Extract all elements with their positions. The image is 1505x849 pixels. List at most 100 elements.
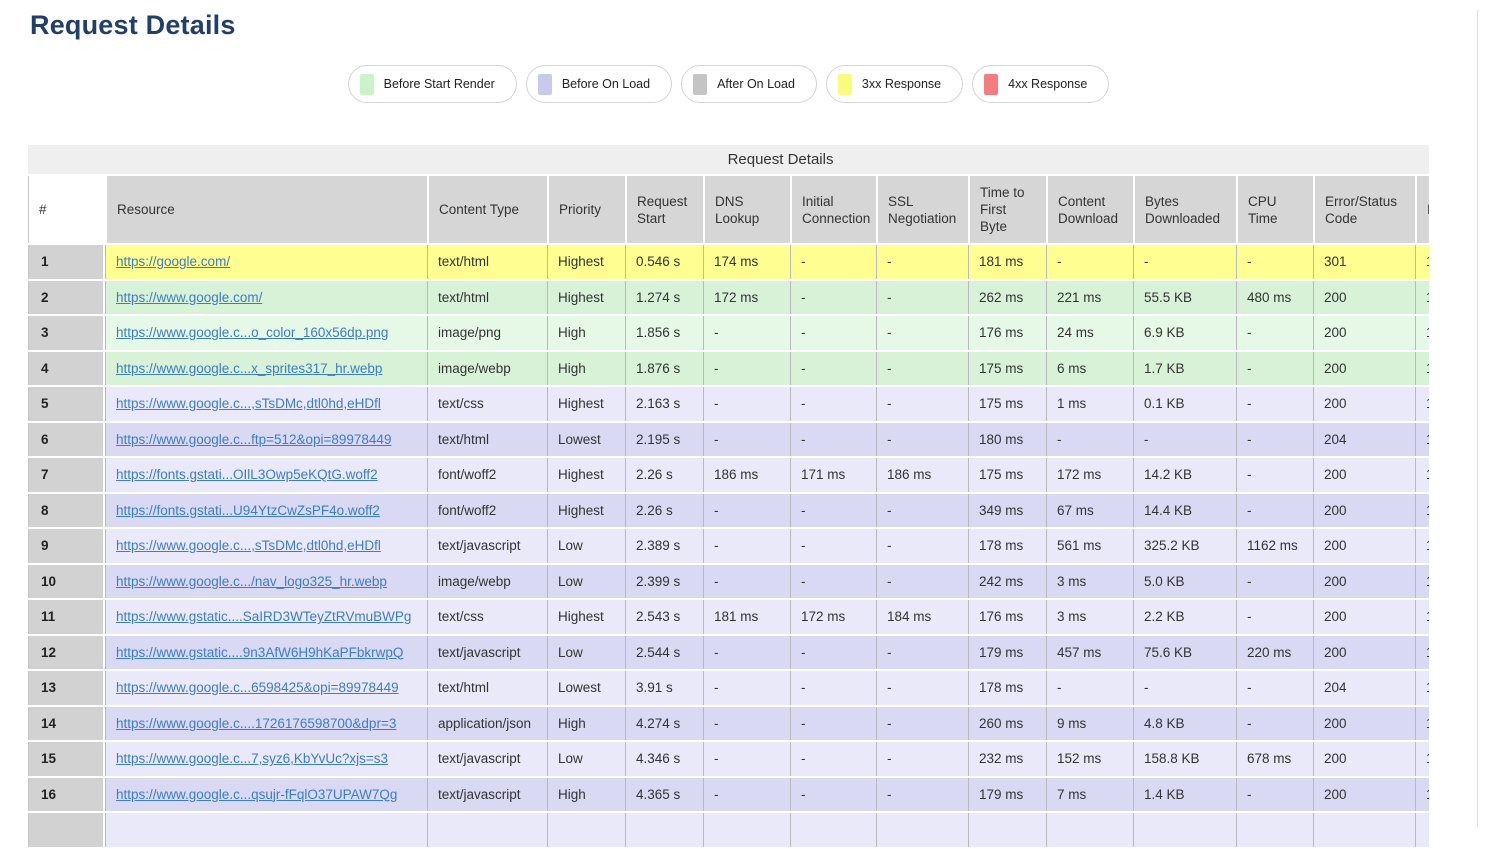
cell-content_download	[1046, 813, 1133, 847]
cell-ssl_negotiation: -	[876, 529, 968, 563]
cell-request_start: 1.876 s	[625, 352, 703, 386]
cell-resource: https://www.google.c...o_color_160x56dp.…	[105, 316, 427, 350]
cell-ssl_negotiation: 184 ms	[876, 600, 968, 634]
cell-cpu_time	[1236, 813, 1313, 847]
row-number-cell: 10	[28, 565, 105, 599]
cell-priority: Low	[547, 742, 625, 776]
cell-status_code: 200	[1313, 529, 1415, 563]
resource-link[interactable]: https://www.google.c...qsujr-fFqlO37UPAW…	[116, 787, 397, 802]
cell-ip: 1	[1415, 529, 1429, 563]
row-number-cell: 3	[28, 316, 105, 350]
legend-label: Before Start Render	[384, 77, 495, 91]
cell-ttfb: 242 ms	[968, 565, 1046, 599]
cell-cpu_time: -	[1236, 707, 1313, 741]
cell-dns_lookup: -	[703, 778, 790, 812]
legend: Before Start RenderBefore On LoadAfter O…	[28, 65, 1429, 103]
cell-resource: https://google.com/	[105, 245, 427, 279]
cell-content_download: 1 ms	[1046, 387, 1133, 421]
cell-ttfb: 180 ms	[968, 423, 1046, 457]
cell-ip: 1	[1415, 352, 1429, 386]
resource-link[interactable]: https://www.google.c...o_color_160x56dp.…	[116, 325, 388, 340]
resource-link[interactable]: https://www.gstatic....SaIRD3WTeyZtRVmuB…	[116, 609, 411, 624]
resource-link[interactable]: https://www.google.c...6598425&opi=89978…	[116, 680, 399, 695]
column-header-ttfb: Time to First Byte	[968, 176, 1046, 243]
table-caption: Request Details	[28, 145, 1429, 174]
cell-content_download: 9 ms	[1046, 707, 1133, 741]
row-number-cell: 6	[28, 423, 105, 457]
cell-cpu_time: -	[1236, 352, 1313, 386]
cell-content_download: 561 ms	[1046, 529, 1133, 563]
request-details-table-container: Request Details #ResourceContent TypePri…	[28, 143, 1429, 849]
resource-link[interactable]: https://fonts.gstati...OIlL3Owp5eKQtG.wo…	[116, 467, 378, 482]
legend-swatch-after-on-load	[693, 74, 707, 95]
cell-initial_connection: 171 ms	[790, 458, 876, 492]
resource-link[interactable]: https://www.google.c.../nav_logo325_hr.w…	[116, 574, 387, 589]
cell-request_start: 4.346 s	[625, 742, 703, 776]
resource-link[interactable]: https://www.google.c....1726176598700&dp…	[116, 716, 396, 731]
cell-cpu_time: -	[1236, 245, 1313, 279]
cell-ssl_negotiation: -	[876, 494, 968, 528]
resource-link[interactable]: https://www.google.c...7,syz6,KbYvUc?xjs…	[116, 751, 388, 766]
cell-ip: 1	[1415, 494, 1429, 528]
table-row: 6 https://www.google.c...ftp=512&opi=8997…	[28, 423, 1429, 457]
cell-status_code: 200	[1313, 636, 1415, 670]
cell-content_download: 3 ms	[1046, 600, 1133, 634]
column-header-content_download: Content Download	[1046, 176, 1133, 243]
cell-ssl_negotiation: -	[876, 316, 968, 350]
cell-status_code: 200	[1313, 742, 1415, 776]
resource-link[interactable]: https://www.google.c...x_sprites317_hr.w…	[116, 361, 382, 376]
table-row: 2https://www.google.com/text/htmlHighest…	[28, 281, 1429, 315]
row-number-cell: 13	[28, 671, 105, 705]
table-row: 12https://www.gstatic....9n3AfW6H9hKaPFb…	[28, 636, 1429, 670]
cell-ttfb: 178 ms	[968, 671, 1046, 705]
cell-ttfb: 175 ms	[968, 387, 1046, 421]
cell-initial_connection: -	[790, 529, 876, 563]
cell-dns_lookup	[703, 813, 790, 847]
cell-dns_lookup: 186 ms	[703, 458, 790, 492]
cell-status_code: 200	[1313, 565, 1415, 599]
cell-content_type: text/html	[427, 423, 547, 457]
cell-ip: 1	[1415, 387, 1429, 421]
resource-link[interactable]: https://www.google.c...,sTsDMc,dtl0hd,eH…	[116, 396, 381, 411]
legend-chip-before-on-load: Before On Load	[526, 65, 672, 103]
cell-status_code: 200	[1313, 387, 1415, 421]
resource-link[interactable]: https://www.google.com/	[116, 290, 262, 305]
cell-dns_lookup: -	[703, 423, 790, 457]
cell-priority: Highest	[547, 245, 625, 279]
cell-cpu_time: 220 ms	[1236, 636, 1313, 670]
resource-link[interactable]: https://google.com/	[116, 254, 230, 269]
cell-bytes_downloaded: 0.1 KB	[1133, 387, 1236, 421]
cell-dns_lookup: -	[703, 316, 790, 350]
cell-cpu_time: -	[1236, 387, 1313, 421]
column-header-ssl_negotiation: SSL Negotiation	[876, 176, 968, 243]
cell-resource: https://www.google.c.../nav_logo325_hr.w…	[105, 565, 427, 599]
cell-content_download: 6 ms	[1046, 352, 1133, 386]
cell-priority: High	[547, 778, 625, 812]
cell-content_type: text/javascript	[427, 742, 547, 776]
cell-request_start: 2.26 s	[625, 458, 703, 492]
resource-link[interactable]: https://www.google.c...,sTsDMc,dtl0hd,eH…	[116, 538, 381, 553]
cell-ip: 1	[1415, 316, 1429, 350]
cell-content_type: font/woff2	[427, 458, 547, 492]
row-number-cell: 15	[28, 742, 105, 776]
cell-status_code: 200	[1313, 281, 1415, 315]
cell-bytes_downloaded: 325.2 KB	[1133, 529, 1236, 563]
cell-ip: 1	[1415, 742, 1429, 776]
resource-link[interactable]: https://www.google.c...ftp=512&opi=89978…	[116, 432, 391, 447]
cell-ssl_negotiation: -	[876, 245, 968, 279]
cell-priority: Lowest	[547, 671, 625, 705]
cell-ttfb	[968, 813, 1046, 847]
cell-resource: https://fonts.gstati...OIlL3Owp5eKQtG.wo…	[105, 458, 427, 492]
row-number-cell: 9	[28, 529, 105, 563]
legend-swatch-before-on-load	[538, 74, 552, 95]
resource-link[interactable]: https://fonts.gstati...U94YtzCwZsPF4o.wo…	[116, 503, 380, 518]
cell-priority: Highest	[547, 387, 625, 421]
cell-content_download: 221 ms	[1046, 281, 1133, 315]
cell-content_download: 152 ms	[1046, 742, 1133, 776]
table-row: 4https://www.google.c...x_sprites317_hr.…	[28, 352, 1429, 386]
cell-bytes_downloaded: 55.5 KB	[1133, 281, 1236, 315]
resource-link[interactable]: https://www.gstatic....9n3AfW6H9hKaPFbkr…	[116, 645, 403, 660]
cell-initial_connection: -	[790, 281, 876, 315]
cell-bytes_downloaded: 5.0 KB	[1133, 565, 1236, 599]
table-row: 11https://www.gstatic....SaIRD3WTeyZtRVm…	[28, 600, 1429, 634]
